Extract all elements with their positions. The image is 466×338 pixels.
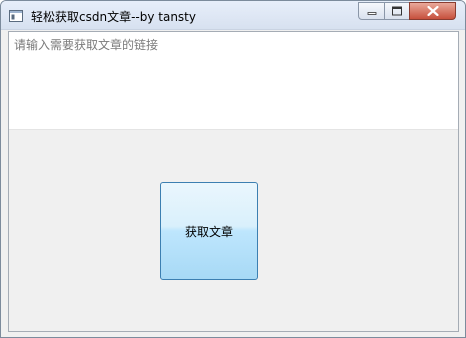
window-title: 轻松获取csdn文章--by tansty — [31, 10, 196, 24]
close-button[interactable] — [409, 2, 456, 20]
close-icon — [427, 6, 438, 16]
article-url-input[interactable] — [9, 32, 458, 130]
app-icon — [9, 8, 23, 22]
minimize-icon — [367, 12, 376, 15]
maximize-button[interactable] — [384, 2, 410, 20]
app-window: 轻松获取csdn文章--by tansty 获取文章 — [0, 0, 466, 338]
client-area: 获取文章 — [8, 31, 459, 332]
minimize-button[interactable] — [358, 2, 385, 20]
maximize-icon — [392, 6, 402, 16]
fetch-article-button[interactable]: 获取文章 — [160, 182, 258, 280]
title-bar[interactable]: 轻松获取csdn文章--by tansty — [1, 1, 465, 30]
